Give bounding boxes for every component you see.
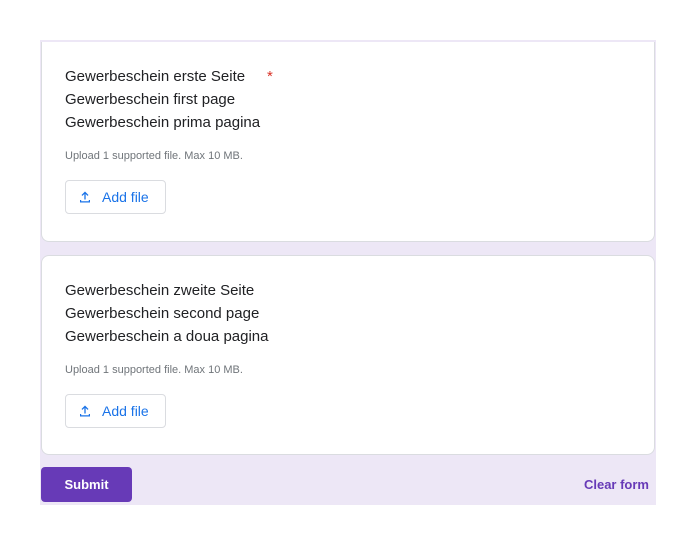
question-line-de: Gewerbeschein erste Seite: [65, 68, 246, 85]
question-line-ro: Gewerbeschein prima pagina: [65, 114, 261, 131]
submit-button[interactable]: Submit: [41, 467, 132, 502]
question-title: Gewerbeschein erste Seite Gewerbeschein …: [65, 65, 260, 134]
form-page: Gewerbeschein erste Seite Gewerbeschein …: [0, 0, 696, 549]
clear-form-button[interactable]: Clear form: [584, 476, 649, 493]
required-asterisk: *: [267, 68, 273, 85]
add-file-label: Add file: [102, 189, 149, 205]
upload-icon: [77, 189, 93, 205]
add-file-button[interactable]: Add file: [65, 394, 166, 428]
question-line-ro: Gewerbeschein a doua pagina: [65, 328, 269, 345]
question-line-en: Gewerbeschein second page: [65, 305, 260, 322]
question-card-second-page: Gewerbeschein zweite Seite Gewerbeschein…: [41, 255, 655, 455]
upload-hint: Upload 1 supported file. Max 10 MB.: [65, 364, 243, 376]
question-title: Gewerbeschein zweite Seite Gewerbeschein…: [65, 279, 268, 348]
add-file-label: Add file: [102, 403, 149, 419]
question-line-en: Gewerbeschein first page: [65, 91, 236, 108]
upload-hint: Upload 1 supported file. Max 10 MB.: [65, 150, 243, 162]
upload-icon: [77, 403, 93, 419]
add-file-button[interactable]: Add file: [65, 180, 166, 214]
question-card-first-page: Gewerbeschein erste Seite Gewerbeschein …: [41, 42, 655, 242]
question-line-de: Gewerbeschein zweite Seite: [65, 282, 255, 299]
